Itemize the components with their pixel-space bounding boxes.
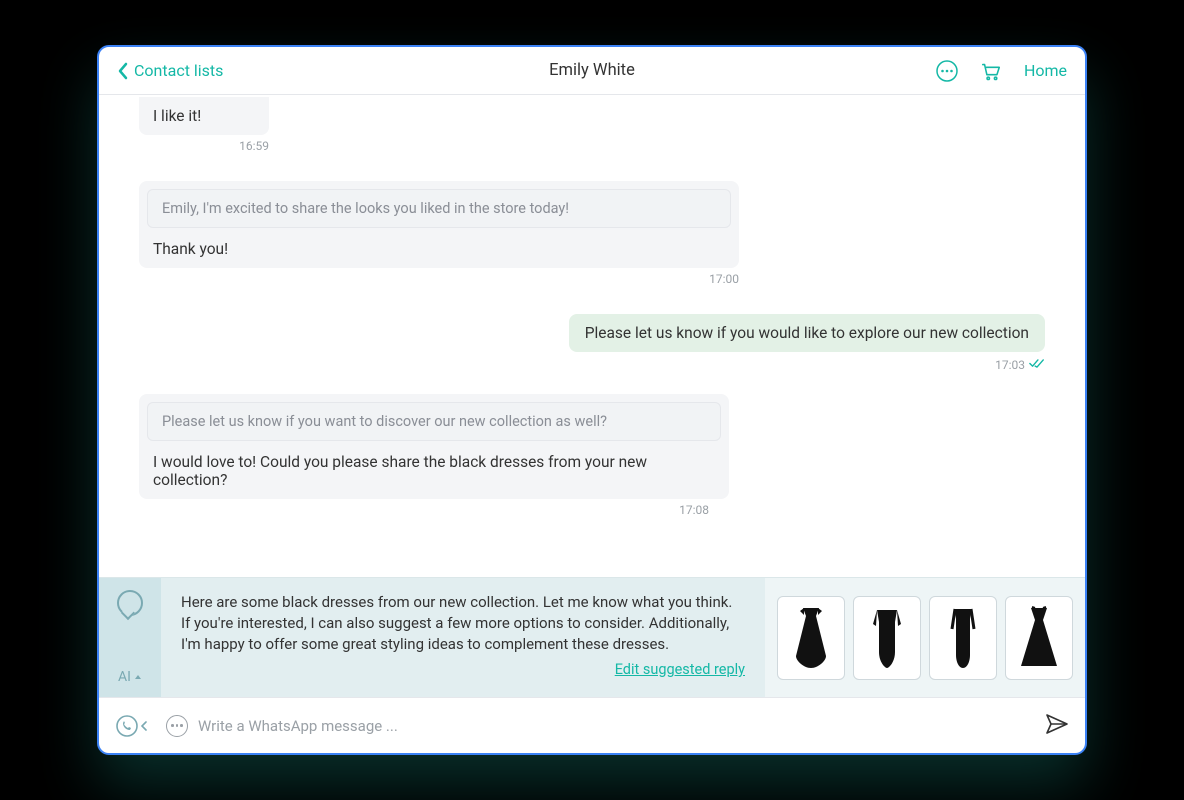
product-thumbnails xyxy=(765,578,1085,697)
product-thumbnail[interactable] xyxy=(853,596,921,680)
message-bubble: I like it! xyxy=(139,97,269,135)
ai-sidebar: AI xyxy=(99,578,161,697)
chat-bubble-icon xyxy=(117,590,143,616)
back-button[interactable]: Contact lists xyxy=(117,61,223,80)
dress-icon xyxy=(1017,606,1061,670)
message-incoming: I like it! 16:59 xyxy=(139,97,269,153)
quoted-message: Emily, I'm excited to share the looks yo… xyxy=(147,189,731,228)
message-text: I would love to! Could you please share … xyxy=(139,445,729,499)
more-options-button[interactable] xyxy=(166,715,188,737)
more-horizontal-icon xyxy=(936,60,958,82)
dress-icon xyxy=(865,606,909,670)
cart-icon xyxy=(980,60,1002,82)
message-input[interactable] xyxy=(198,717,1045,735)
whatsapp-icon xyxy=(115,714,139,738)
message-time: 17:03 xyxy=(995,358,1025,372)
message-bubble: Please let us know if you want to discov… xyxy=(139,394,729,499)
message-bubble: Please let us know if you would like to … xyxy=(569,314,1045,352)
message-text: Thank you! xyxy=(139,232,739,268)
header-actions: Home xyxy=(936,60,1067,82)
product-thumbnail[interactable] xyxy=(1005,596,1073,680)
more-button[interactable] xyxy=(936,60,958,82)
message-incoming: Please let us know if you want to discov… xyxy=(139,394,729,517)
app-window: Contact lists Emily White Home I like it… xyxy=(97,45,1087,755)
ai-suggestion-body: Here are some black dresses from our new… xyxy=(161,578,765,697)
header: Contact lists Emily White Home xyxy=(99,47,1085,95)
cart-button[interactable] xyxy=(980,60,1002,82)
send-icon xyxy=(1045,713,1069,735)
message-time: 17:08 xyxy=(139,503,709,517)
dress-icon xyxy=(789,606,833,670)
chevron-left-icon xyxy=(117,62,128,80)
read-receipt-icon xyxy=(1029,358,1045,372)
home-link[interactable]: Home xyxy=(1024,61,1067,80)
channel-selector[interactable] xyxy=(141,716,148,735)
message-time: 16:59 xyxy=(139,139,269,153)
send-button[interactable] xyxy=(1045,713,1069,739)
dress-icon xyxy=(941,606,985,670)
chevron-left-icon xyxy=(141,721,148,731)
ai-toggle[interactable]: AI xyxy=(118,669,142,685)
product-thumbnail[interactable] xyxy=(777,596,845,680)
message-input-bar xyxy=(99,697,1085,753)
message-incoming: Emily, I'm excited to share the looks yo… xyxy=(139,181,739,286)
message-outgoing: Please let us know if you would like to … xyxy=(139,314,1045,372)
quoted-message: Please let us know if you want to discov… xyxy=(147,402,721,441)
ai-suggestion-panel: AI Here are some black dresses from our … xyxy=(99,577,1085,697)
product-thumbnail[interactable] xyxy=(929,596,997,680)
chevron-up-icon xyxy=(134,674,142,680)
message-bubble: Emily, I'm excited to share the looks yo… xyxy=(139,181,739,268)
ai-suggested-text: Here are some black dresses from our new… xyxy=(181,592,745,655)
message-time: 17:00 xyxy=(139,272,739,286)
chat-area[interactable]: I like it! 16:59 Emily, I'm excited to s… xyxy=(99,95,1085,577)
back-label: Contact lists xyxy=(134,61,223,80)
edit-suggested-reply-link[interactable]: Edit suggested reply xyxy=(615,661,745,678)
